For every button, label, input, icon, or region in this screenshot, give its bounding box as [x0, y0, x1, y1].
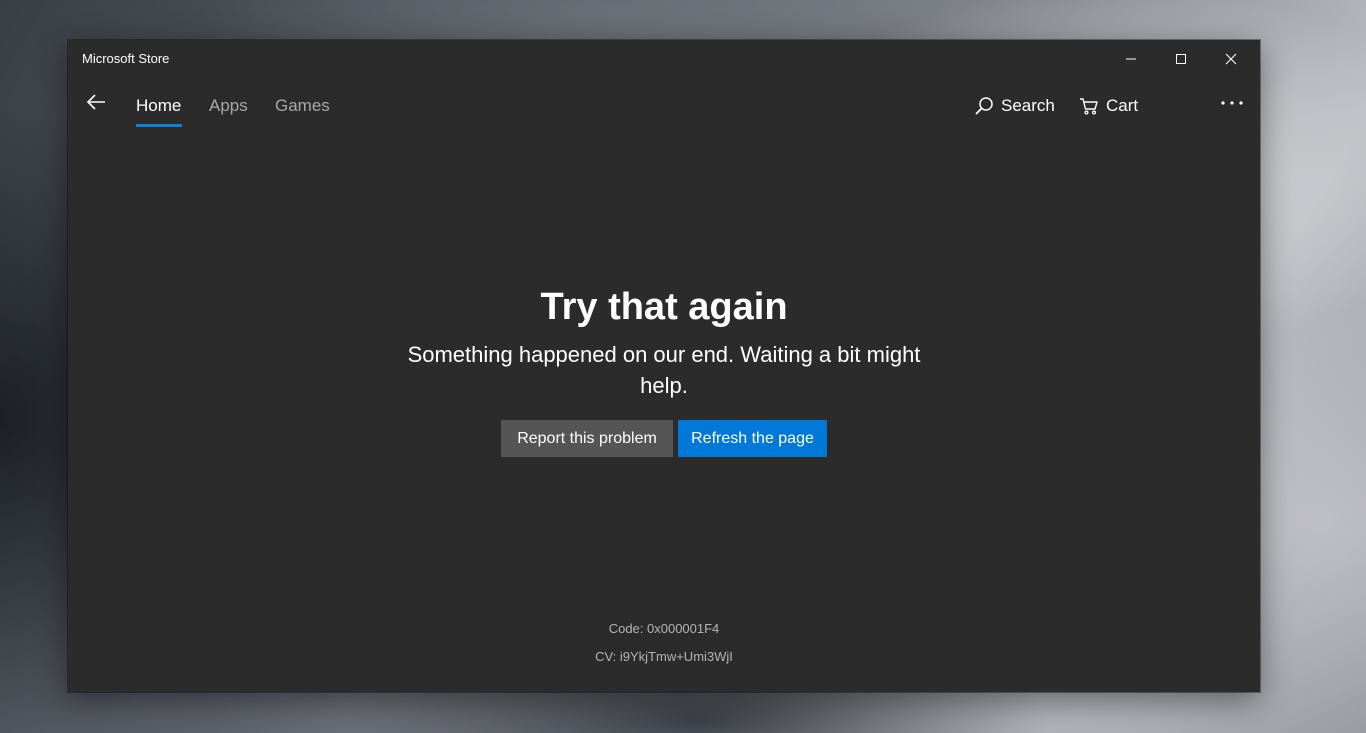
- search-button[interactable]: Search: [974, 94, 1055, 118]
- close-icon: [1225, 53, 1237, 65]
- minimize-button[interactable]: [1108, 40, 1154, 78]
- more-icon: [1220, 93, 1244, 111]
- correlation-vector: CV: i9YkjTmw+Umi3WjI: [595, 649, 733, 664]
- cart-button[interactable]: Cart: [1079, 94, 1138, 118]
- tab-apps[interactable]: Apps: [209, 96, 248, 116]
- title-bar[interactable]: Microsoft Store: [68, 40, 1260, 80]
- navigation-bar: Home Apps Games Search Cart: [68, 80, 1260, 132]
- error-message: Something happened on our end. Waiting a…: [407, 342, 921, 398]
- search-label: Search: [1001, 96, 1055, 115]
- active-tab-indicator: [136, 124, 182, 127]
- tab-home[interactable]: Home: [136, 96, 181, 116]
- error-title: Try that again: [540, 286, 788, 328]
- maximize-icon: [1175, 53, 1187, 65]
- back-button[interactable]: [78, 86, 114, 122]
- back-arrow-icon: [86, 93, 106, 115]
- minimize-icon: [1125, 53, 1137, 65]
- close-button[interactable]: [1208, 40, 1254, 78]
- tab-games[interactable]: Games: [275, 96, 330, 116]
- refresh-page-button[interactable]: Refresh the page: [678, 420, 827, 457]
- search-icon: [974, 96, 994, 116]
- app-title: Microsoft Store: [82, 51, 170, 66]
- error-code: Code: 0x000001F4: [608, 621, 720, 636]
- cart-label: Cart: [1106, 96, 1139, 115]
- report-problem-button[interactable]: Report this problem: [501, 420, 673, 457]
- app-window: Microsoft Store Home Apps Games Search C…: [68, 40, 1260, 692]
- cart-icon: [1079, 96, 1099, 116]
- more-options-button[interactable]: [1214, 90, 1250, 114]
- maximize-button[interactable]: [1158, 40, 1204, 78]
- error-page: Try that again Something happened on our…: [68, 132, 1260, 692]
